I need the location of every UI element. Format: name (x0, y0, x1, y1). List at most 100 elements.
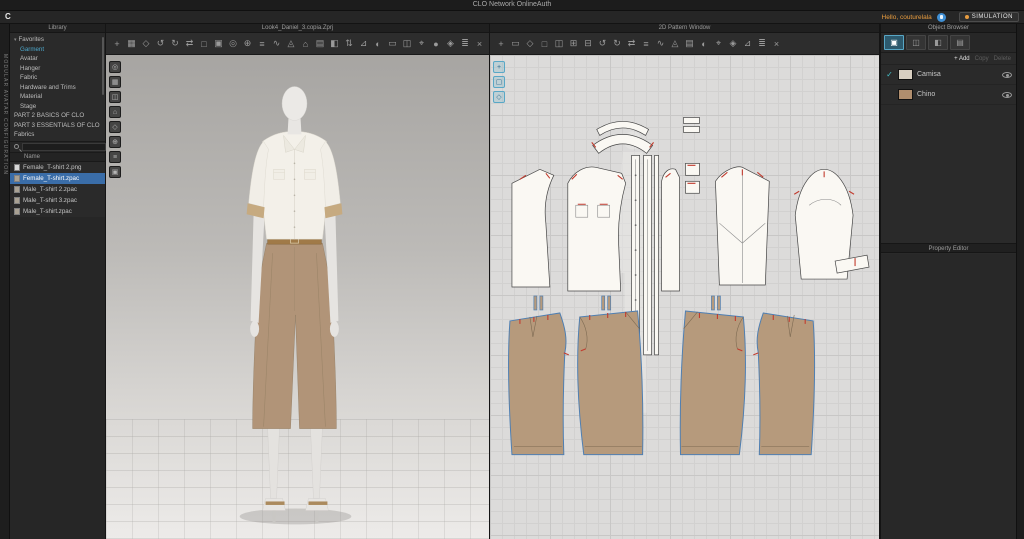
library-item-material[interactable]: Material (10, 92, 105, 102)
file-row[interactable]: Male_T-shirt 2.zpac (10, 184, 105, 195)
tool-3d-icon[interactable]: ↻ (170, 38, 180, 49)
view-gizmo-icon[interactable]: ◫ (109, 91, 121, 103)
account-greeting[interactable]: Hello, couturelala (882, 14, 932, 21)
scene-2d[interactable]: + ▢ ◇ (490, 55, 879, 539)
view-gizmo-icon[interactable]: ◇ (109, 121, 121, 133)
scene-3d[interactable]: ◎ ▦ ◫ ⌂ ◇ ⊕ ≡ ▣ (106, 55, 489, 539)
tool-2d-icon[interactable]: × (772, 39, 782, 49)
pattern-tool-icon[interactable]: + (493, 61, 505, 73)
file-row[interactable]: Female_T-shirt 2.png (10, 162, 105, 173)
tool-3d-icon[interactable]: ◇ (141, 38, 151, 49)
delete-button[interactable]: Delete (994, 56, 1011, 62)
tool-2d-icon[interactable]: ◫ (554, 38, 564, 49)
tool-3d-icon[interactable]: ▤ (315, 38, 325, 49)
mode-rail-label[interactable]: MODULAR AVATAR CONFIGURATION (2, 54, 8, 175)
tool-3d-icon[interactable]: ◧ (330, 38, 340, 49)
notification-icon[interactable] (937, 13, 946, 22)
tool-2d-icon[interactable]: ⌖ (714, 38, 724, 49)
tool-2d-icon[interactable]: ⊟ (583, 38, 593, 49)
library-item-fabric[interactable]: Fabric (10, 73, 105, 83)
tool-2d-icon[interactable]: ◈ (728, 38, 738, 49)
object-row-camisa[interactable]: ✓ Camisa (881, 65, 1016, 85)
tool-3d-icon[interactable]: ⇅ (344, 38, 354, 49)
library-item-garment[interactable]: Garment (10, 45, 105, 55)
tool-2d-icon[interactable]: ▤ (685, 38, 695, 49)
tool-3d-icon[interactable]: × (475, 39, 485, 49)
tool-3d-icon[interactable]: ◎ (228, 38, 238, 49)
view-gizmo-icon[interactable]: ⊕ (109, 136, 121, 148)
library-item-part2-basics[interactable]: PART 2 BASICS OF CLO (10, 111, 105, 121)
tool-2d-icon[interactable]: ◐ (699, 39, 709, 49)
object-row-chino[interactable]: Chino (881, 85, 1016, 105)
tool-3d-icon[interactable]: ▣ (214, 38, 224, 49)
library-item-stage[interactable]: Stage (10, 102, 105, 112)
tool-3d-icon[interactable]: □ (199, 39, 209, 49)
tool-3d-icon[interactable]: ≣ (460, 38, 470, 49)
copy-button[interactable]: Copy (975, 56, 989, 62)
view-gizmo-icon[interactable]: ▣ (109, 166, 121, 178)
garment-pants-3d[interactable] (253, 243, 337, 429)
tool-2d-icon[interactable]: ≣ (757, 38, 767, 49)
expand-arrow-icon[interactable]: ▾ (14, 37, 17, 43)
pattern-layout[interactable] (490, 55, 879, 539)
library-search-input[interactable] (22, 143, 106, 151)
tool-3d-icon[interactable]: ⊿ (359, 38, 369, 49)
tool-3d-icon[interactable]: ⌂ (301, 39, 311, 49)
library-item-fabrics[interactable]: Fabrics (10, 130, 105, 140)
view-gizmo-icon[interactable]: ▦ (109, 76, 121, 88)
tool-2d-icon[interactable]: ∿ (656, 38, 666, 49)
library-item-hardware-and-trims[interactable]: Hardware and Trims (10, 83, 105, 93)
tool-3d-icon[interactable]: ◬ (286, 38, 296, 49)
view-gizmo-icon[interactable]: ⌂ (109, 106, 121, 118)
object-browser-tab[interactable]: ▤ (950, 35, 970, 50)
tool-2d-icon[interactable]: ◇ (525, 38, 535, 49)
tool-3d-icon[interactable]: ◐ (373, 39, 383, 49)
tool-2d-icon[interactable]: ⇄ (627, 38, 637, 49)
file-row[interactable]: Male_T-shirt 3.zpac (10, 195, 105, 206)
tool-3d-icon[interactable]: ◈ (446, 38, 456, 49)
visibility-eye-icon[interactable] (1002, 72, 1012, 78)
tool-2d-icon[interactable]: ⊿ (743, 38, 753, 49)
tool-2d-icon[interactable]: ▭ (511, 38, 521, 49)
tool-3d-icon[interactable]: ∿ (272, 38, 282, 49)
tool-2d-icon[interactable]: + (496, 39, 506, 49)
tool-3d-icon[interactable]: ◫ (402, 38, 412, 49)
add-button[interactable]: + Add (954, 56, 970, 62)
tool-3d-icon[interactable]: + (112, 39, 122, 49)
file-list-name-header[interactable]: Name (10, 153, 105, 162)
fabric-swatch[interactable] (898, 69, 913, 80)
tool-3d-icon[interactable]: ▭ (388, 38, 398, 49)
object-browser-tab[interactable]: ◧ (928, 35, 948, 50)
view-gizmo-icon[interactable]: ◎ (109, 61, 121, 73)
tool-3d-icon[interactable]: ⊕ (243, 38, 253, 49)
tool-3d-icon[interactable]: ↺ (156, 38, 166, 49)
library-item-part3-essentials[interactable]: PART 3 ESSENTIALS OF CLO (10, 121, 105, 131)
pattern-tool-icon[interactable]: ◇ (493, 91, 505, 103)
tool-3d-icon[interactable]: ≡ (257, 39, 267, 49)
tool-2d-icon[interactable]: ◬ (670, 38, 680, 49)
file-row[interactable]: Male_T-shirt.zpac (10, 206, 105, 217)
avatar-3d[interactable] (106, 55, 489, 539)
library-item-favorites[interactable]: ▾ Favorites (10, 35, 105, 45)
tool-3d-icon[interactable]: ● (431, 39, 441, 49)
visibility-eye-icon[interactable] (1002, 92, 1012, 98)
tool-2d-icon[interactable]: □ (540, 39, 550, 49)
property-editor-header[interactable]: Property Editor (881, 243, 1016, 253)
fabric-swatch[interactable] (898, 89, 913, 100)
tool-2d-icon[interactable]: ⊞ (569, 38, 579, 49)
tool-3d-icon[interactable]: ⇄ (185, 38, 195, 49)
library-item-avatar[interactable]: Avatar (10, 54, 105, 64)
view-gizmo-icon[interactable]: ≡ (109, 151, 121, 163)
library-scrollbar[interactable] (102, 37, 104, 95)
tool-2d-icon[interactable]: ↺ (598, 38, 608, 49)
tool-2d-icon[interactable]: ≡ (641, 39, 651, 49)
library-item-hanger[interactable]: Hanger (10, 64, 105, 74)
pattern-tool-icon[interactable]: ▢ (493, 76, 505, 88)
object-browser-tab[interactable]: ◫ (906, 35, 926, 50)
pants-pattern-pieces[interactable] (508, 311, 814, 455)
tool-3d-icon[interactable]: ⌖ (417, 38, 427, 49)
file-row-selected[interactable]: Female_T-shirt.zpac (10, 173, 105, 184)
simulation-button[interactable]: SIMULATION (959, 12, 1019, 22)
object-browser-tab[interactable]: ▣ (884, 35, 904, 50)
tool-2d-icon[interactable]: ↻ (612, 38, 622, 49)
